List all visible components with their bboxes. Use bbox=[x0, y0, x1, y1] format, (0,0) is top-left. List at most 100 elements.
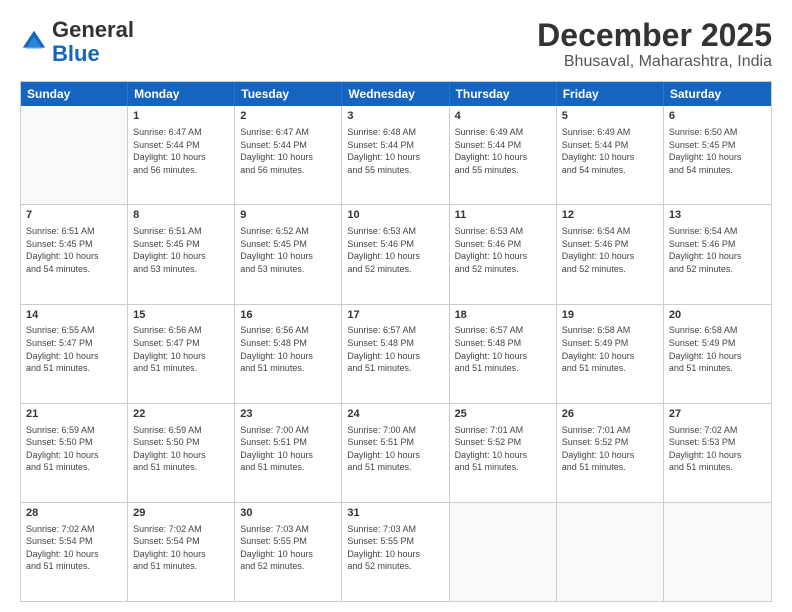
cell-text: Sunrise: 6:51 AM Sunset: 5:45 PM Dayligh… bbox=[26, 225, 122, 275]
header-day: Wednesday bbox=[342, 82, 449, 106]
cell-text: Sunrise: 6:56 AM Sunset: 5:48 PM Dayligh… bbox=[240, 324, 336, 374]
day-number: 5 bbox=[562, 109, 658, 124]
calendar-cell: 20Sunrise: 6:58 AM Sunset: 5:49 PM Dayli… bbox=[664, 305, 771, 403]
day-number: 10 bbox=[347, 208, 443, 223]
calendar-cell: 2 Sunrise: 6:47 AM Sunset: 5:44 PM Daylig… bbox=[235, 106, 342, 204]
header-day: Sunday bbox=[21, 82, 128, 106]
title-block: December 2025 Bhusaval, Maharashtra, Ind… bbox=[537, 18, 772, 71]
calendar-cell: 22 Sunrise: 6:59 AM Sunset: 5:50 PM Dayli… bbox=[128, 404, 235, 502]
calendar-cell: 1 Sunrise: 6:47 AM Sunset: 5:44 PM Daylig… bbox=[128, 106, 235, 204]
calendar-cell bbox=[450, 503, 557, 601]
calendar-cell: 16Sunrise: 6:56 AM Sunset: 5:48 PM Dayli… bbox=[235, 305, 342, 403]
calendar-cell: 5 Sunrise: 6:49 AM Sunset: 5:44 PM Daylig… bbox=[557, 106, 664, 204]
cell-text: Sunrise: 6:59 AM Sunset: 5:50 PM Dayligh… bbox=[26, 424, 122, 474]
calendar-cell: 24Sunrise: 7:00 AM Sunset: 5:51 PM Dayli… bbox=[342, 404, 449, 502]
calendar-row: 14Sunrise: 6:55 AM Sunset: 5:47 PM Dayli… bbox=[21, 305, 771, 404]
cell-text: Sunrise: 6:56 AM Sunset: 5:47 PM Dayligh… bbox=[133, 324, 229, 374]
day-number: 7 bbox=[26, 208, 122, 223]
calendar-row: 28 Sunrise: 7:02 AM Sunset: 5:54 PM Dayli… bbox=[21, 503, 771, 601]
calendar-cell: 3 Sunrise: 6:48 AM Sunset: 5:44 PM Daylig… bbox=[342, 106, 449, 204]
cell-text: Sunrise: 6:47 AM Sunset: 5:44 PM Dayligh… bbox=[240, 126, 336, 176]
calendar: SundayMondayTuesdayWednesdayThursdayFrid… bbox=[20, 81, 772, 602]
calendar-cell: 10 Sunrise: 6:53 AM Sunset: 5:46 PM Dayli… bbox=[342, 205, 449, 303]
calendar-header: SundayMondayTuesdayWednesdayThursdayFrid… bbox=[21, 82, 771, 106]
cell-text: Sunrise: 7:02 AM Sunset: 5:54 PM Dayligh… bbox=[133, 523, 229, 573]
header-day: Thursday bbox=[450, 82, 557, 106]
day-number: 14 bbox=[26, 308, 122, 323]
day-number: 25 bbox=[455, 407, 551, 422]
day-number: 1 bbox=[133, 109, 229, 124]
day-number: 4 bbox=[455, 109, 551, 124]
day-number: 9 bbox=[240, 208, 336, 223]
cell-text: Sunrise: 7:00 AM Sunset: 5:51 PM Dayligh… bbox=[240, 424, 336, 474]
day-number: 29 bbox=[133, 506, 229, 521]
cell-text: Sunrise: 6:54 AM Sunset: 5:46 PM Dayligh… bbox=[562, 225, 658, 275]
day-number: 6 bbox=[669, 109, 766, 124]
calendar-cell: 29 Sunrise: 7:02 AM Sunset: 5:54 PM Dayli… bbox=[128, 503, 235, 601]
day-number: 28 bbox=[26, 506, 122, 521]
calendar-cell: 26Sunrise: 7:01 AM Sunset: 5:52 PM Dayli… bbox=[557, 404, 664, 502]
calendar-cell: 18Sunrise: 6:57 AM Sunset: 5:48 PM Dayli… bbox=[450, 305, 557, 403]
calendar-cell bbox=[557, 503, 664, 601]
calendar-cell: 14Sunrise: 6:55 AM Sunset: 5:47 PM Dayli… bbox=[21, 305, 128, 403]
day-number: 11 bbox=[455, 208, 551, 223]
cell-text: Sunrise: 7:03 AM Sunset: 5:55 PM Dayligh… bbox=[347, 523, 443, 573]
cell-text: Sunrise: 7:02 AM Sunset: 5:54 PM Dayligh… bbox=[26, 523, 122, 573]
day-number: 16 bbox=[240, 308, 336, 323]
cell-text: Sunrise: 6:59 AM Sunset: 5:50 PM Dayligh… bbox=[133, 424, 229, 474]
cell-text: Sunrise: 6:48 AM Sunset: 5:44 PM Dayligh… bbox=[347, 126, 443, 176]
cell-text: Sunrise: 6:51 AM Sunset: 5:45 PM Dayligh… bbox=[133, 225, 229, 275]
calendar-cell: 9 Sunrise: 6:52 AM Sunset: 5:45 PM Daylig… bbox=[235, 205, 342, 303]
calendar-cell: 11Sunrise: 6:53 AM Sunset: 5:46 PM Dayli… bbox=[450, 205, 557, 303]
header-day: Tuesday bbox=[235, 82, 342, 106]
month-title: December 2025 bbox=[537, 18, 772, 53]
logo: General Blue bbox=[20, 18, 134, 66]
cell-text: Sunrise: 6:57 AM Sunset: 5:48 PM Dayligh… bbox=[455, 324, 551, 374]
header-day: Saturday bbox=[664, 82, 771, 106]
header: General Blue December 2025 Bhusaval, Mah… bbox=[20, 18, 772, 71]
calendar-cell: 28 Sunrise: 7:02 AM Sunset: 5:54 PM Dayli… bbox=[21, 503, 128, 601]
calendar-row: 21 Sunrise: 6:59 AM Sunset: 5:50 PM Dayli… bbox=[21, 404, 771, 503]
day-number: 15 bbox=[133, 308, 229, 323]
logo-text: General Blue bbox=[52, 18, 134, 66]
calendar-row: 1 Sunrise: 6:47 AM Sunset: 5:44 PM Daylig… bbox=[21, 106, 771, 205]
day-number: 12 bbox=[562, 208, 658, 223]
calendar-cell: 19Sunrise: 6:58 AM Sunset: 5:49 PM Dayli… bbox=[557, 305, 664, 403]
calendar-cell: 21 Sunrise: 6:59 AM Sunset: 5:50 PM Dayli… bbox=[21, 404, 128, 502]
calendar-row: 7 Sunrise: 6:51 AM Sunset: 5:45 PM Daylig… bbox=[21, 205, 771, 304]
cell-text: Sunrise: 7:01 AM Sunset: 5:52 PM Dayligh… bbox=[455, 424, 551, 474]
cell-text: Sunrise: 6:47 AM Sunset: 5:44 PM Dayligh… bbox=[133, 126, 229, 176]
day-number: 3 bbox=[347, 109, 443, 124]
cell-text: Sunrise: 7:02 AM Sunset: 5:53 PM Dayligh… bbox=[669, 424, 766, 474]
day-number: 19 bbox=[562, 308, 658, 323]
calendar-cell: 8 Sunrise: 6:51 AM Sunset: 5:45 PM Daylig… bbox=[128, 205, 235, 303]
cell-text: Sunrise: 6:49 AM Sunset: 5:44 PM Dayligh… bbox=[455, 126, 551, 176]
subtitle: Bhusaval, Maharashtra, India bbox=[537, 53, 772, 71]
calendar-cell: 31Sunrise: 7:03 AM Sunset: 5:55 PM Dayli… bbox=[342, 503, 449, 601]
day-number: 23 bbox=[240, 407, 336, 422]
header-day: Friday bbox=[557, 82, 664, 106]
day-number: 27 bbox=[669, 407, 766, 422]
cell-text: Sunrise: 6:53 AM Sunset: 5:46 PM Dayligh… bbox=[347, 225, 443, 275]
calendar-cell: 25 Sunrise: 7:01 AM Sunset: 5:52 PM Dayli… bbox=[450, 404, 557, 502]
cell-text: Sunrise: 6:57 AM Sunset: 5:48 PM Dayligh… bbox=[347, 324, 443, 374]
day-number: 17 bbox=[347, 308, 443, 323]
cell-text: Sunrise: 6:52 AM Sunset: 5:45 PM Dayligh… bbox=[240, 225, 336, 275]
cell-text: Sunrise: 7:00 AM Sunset: 5:51 PM Dayligh… bbox=[347, 424, 443, 474]
cell-text: Sunrise: 7:03 AM Sunset: 5:55 PM Dayligh… bbox=[240, 523, 336, 573]
day-number: 2 bbox=[240, 109, 336, 124]
day-number: 22 bbox=[133, 407, 229, 422]
cell-text: Sunrise: 6:58 AM Sunset: 5:49 PM Dayligh… bbox=[562, 324, 658, 374]
day-number: 30 bbox=[240, 506, 336, 521]
cell-text: Sunrise: 6:49 AM Sunset: 5:44 PM Dayligh… bbox=[562, 126, 658, 176]
cell-text: Sunrise: 6:50 AM Sunset: 5:45 PM Dayligh… bbox=[669, 126, 766, 176]
day-number: 8 bbox=[133, 208, 229, 223]
calendar-cell: 7 Sunrise: 6:51 AM Sunset: 5:45 PM Daylig… bbox=[21, 205, 128, 303]
logo-icon bbox=[20, 28, 48, 56]
header-day: Monday bbox=[128, 82, 235, 106]
calendar-cell: 27 Sunrise: 7:02 AM Sunset: 5:53 PM Dayli… bbox=[664, 404, 771, 502]
day-number: 21 bbox=[26, 407, 122, 422]
day-number: 18 bbox=[455, 308, 551, 323]
calendar-cell: 6 Sunrise: 6:50 AM Sunset: 5:45 PM Daylig… bbox=[664, 106, 771, 204]
calendar-cell: 13Sunrise: 6:54 AM Sunset: 5:46 PM Dayli… bbox=[664, 205, 771, 303]
